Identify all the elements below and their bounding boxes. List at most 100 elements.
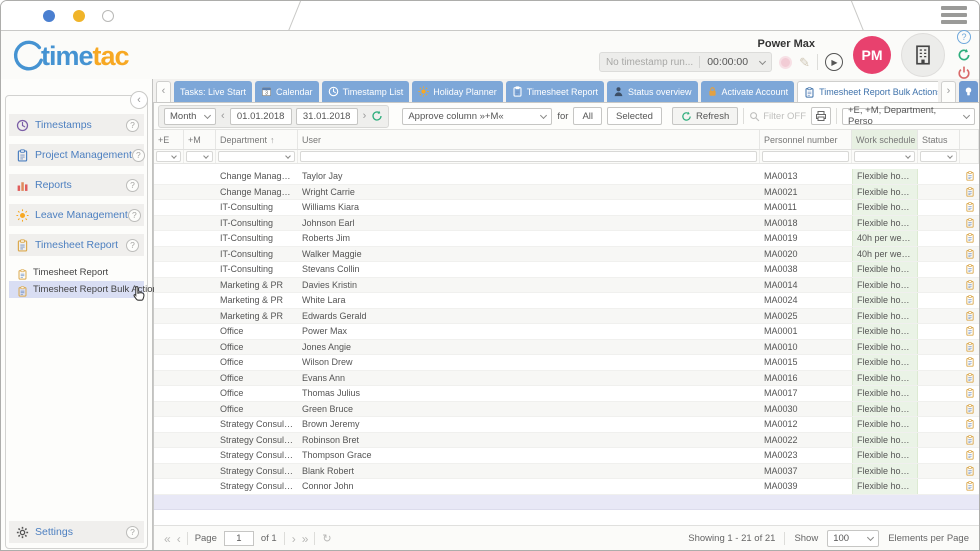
timesheet-icon[interactable] xyxy=(965,466,975,476)
table-row[interactable]: Strategy ConsultingBlank RobertMA0037Fle… xyxy=(154,464,979,480)
timesheet-icon[interactable] xyxy=(965,342,975,352)
sidebar-collapse-button[interactable]: ‹ xyxy=(130,91,148,109)
date-from-input[interactable] xyxy=(230,108,292,125)
play-button[interactable]: ▶ xyxy=(825,53,843,71)
timesheet-icon[interactable] xyxy=(965,435,975,445)
organization-button[interactable] xyxy=(901,33,945,77)
timesheet-icon[interactable] xyxy=(965,481,975,491)
page-input[interactable] xyxy=(224,531,254,546)
bulk-action-select[interactable]: Approve column »+M« xyxy=(402,108,552,125)
table-row[interactable]: IT-ConsultingRoberts JimMA001940h per we… xyxy=(154,231,979,247)
tab-timestamp-list[interactable]: Timestamp List xyxy=(322,81,410,102)
filter-personnel[interactable] xyxy=(762,151,849,162)
table-row[interactable]: OfficeEvans AnnMA0016Flexible hours: 4..… xyxy=(154,371,979,387)
print-button[interactable] xyxy=(811,107,831,125)
help-icon[interactable]: ? xyxy=(126,526,139,539)
chevron-down-icon[interactable] xyxy=(759,57,766,64)
tab-status-overview[interactable]: Status overview xyxy=(607,81,698,102)
timestamp-widget[interactable]: No timestamp run... 00:00:00 xyxy=(599,52,772,72)
tab-timesheet-report[interactable]: Timesheet Report xyxy=(506,81,604,102)
tip-button[interactable] xyxy=(959,81,978,102)
column-header-status[interactable]: Status xyxy=(918,130,960,149)
tab-timesheet-report-bulk-actions[interactable]: Timesheet Report Bulk Actions× xyxy=(797,81,938,102)
refresh-button[interactable]: Refresh xyxy=(672,107,738,125)
timesheet-icon[interactable] xyxy=(965,419,975,429)
sidebar-item-leave-management[interactable]: Leave Management? xyxy=(9,204,144,226)
window-dot-white[interactable] xyxy=(102,10,114,22)
reload-page-icon[interactable]: ↻ xyxy=(322,532,330,545)
table-row[interactable]: Strategy ConsultingBrown JeremyMA0012Fle… xyxy=(154,417,979,433)
timesheet-icon[interactable] xyxy=(965,280,975,290)
filter-schedule[interactable] xyxy=(854,151,915,162)
table-row[interactable]: IT-ConsultingJohnson EarlMA0018Flexible … xyxy=(154,216,979,232)
column-header-department[interactable]: Department↑ xyxy=(216,130,298,149)
timesheet-icon[interactable] xyxy=(965,187,975,197)
window-dot-blue[interactable] xyxy=(43,10,55,22)
table-row[interactable]: OfficePower MaxMA0001Flexible hours: 4..… xyxy=(154,324,979,340)
sidebar-item-reports[interactable]: Reports? xyxy=(9,174,144,196)
help-icon[interactable]: ? xyxy=(128,209,141,222)
column-header-icon[interactable] xyxy=(960,130,979,149)
table-row[interactable]: OfficeThomas JuliusMA0017Flexible hours:… xyxy=(154,386,979,402)
filter-plusM[interactable] xyxy=(186,151,213,162)
filter-off-button[interactable]: Filter OFF xyxy=(749,111,806,122)
tab-tasks-live-start[interactable]: Tasks: Live Start xyxy=(174,81,252,102)
column-header-schedule[interactable]: Work schedule xyxy=(852,130,918,149)
table-row[interactable]: Change ManagementTaylor JayMA0013Flexibl… xyxy=(154,169,979,185)
apply-selected-button[interactable]: Selected xyxy=(607,107,662,125)
timesheet-icon[interactable] xyxy=(965,295,975,305)
timesheet-icon[interactable] xyxy=(965,171,975,181)
columns-select[interactable]: +E, +M, Department, Perso xyxy=(842,108,975,125)
timesheet-icon[interactable] xyxy=(965,218,975,228)
timesheet-icon[interactable] xyxy=(965,249,975,259)
page-size-select[interactable]: 100 xyxy=(827,530,879,547)
timesheet-icon[interactable] xyxy=(965,264,975,274)
sidebar-item-timesheet-report[interactable]: Timesheet Report? xyxy=(9,234,144,256)
table-row[interactable]: IT-ConsultingWalker MaggieMA002040h per … xyxy=(154,247,979,263)
date-to-input[interactable] xyxy=(296,108,358,125)
empty-highlighted-row[interactable] xyxy=(154,495,979,511)
table-row[interactable]: IT-ConsultingStevans CollinMA0038Flexibl… xyxy=(154,262,979,278)
table-row[interactable]: Strategy ConsultingConnor JohnMA0039Flex… xyxy=(154,479,979,495)
table-row[interactable]: Change ManagementWright CarrieMA0021Flex… xyxy=(154,185,979,201)
table-row[interactable]: IT-ConsultingWilliams KiaraMA0011Flexibl… xyxy=(154,200,979,216)
filter-user[interactable] xyxy=(300,151,757,162)
refresh-icon[interactable] xyxy=(957,48,971,62)
tabs-scroll-right-button[interactable]: › xyxy=(941,81,956,102)
table-row[interactable]: OfficeWilson DrewMA0015Flexible hours: 4… xyxy=(154,355,979,371)
prev-period-button[interactable]: ‹ xyxy=(220,110,226,122)
tab-activate-account[interactable]: Activate Account xyxy=(701,81,795,102)
filter-department[interactable] xyxy=(218,151,295,162)
table-row[interactable]: Marketing & PRDavies KristinMA0014Flexib… xyxy=(154,278,979,294)
help-icon[interactable]: ? xyxy=(132,149,145,162)
sidebar-item-project-management[interactable]: Project Management? xyxy=(9,144,144,166)
sidebar-subitem-timesheet-report[interactable]: Timesheet Report xyxy=(9,264,144,281)
timesheet-icon[interactable] xyxy=(965,450,975,460)
table-row[interactable]: OfficeJones AngieMA0010Flexible hours: 4… xyxy=(154,340,979,356)
help-icon[interactable]: ? xyxy=(957,30,971,44)
avatar[interactable]: PM xyxy=(853,36,891,74)
column-header-plusM[interactable]: +M xyxy=(184,130,216,149)
timesheet-icon[interactable] xyxy=(965,388,975,398)
help-icon[interactable]: ? xyxy=(126,119,139,132)
tab-holiday-planner[interactable]: Holiday Planner xyxy=(412,81,503,102)
filter-plusE[interactable] xyxy=(156,151,181,162)
column-header-personnel[interactable]: Personnel number xyxy=(760,130,852,149)
sidebar-item-settings[interactable]: Settings ? xyxy=(9,521,144,543)
refresh-period-icon[interactable] xyxy=(371,110,383,122)
column-header-plusE[interactable]: +E xyxy=(154,130,184,149)
tab-calendar[interactable]: 3Calendar xyxy=(255,81,319,102)
window-dot-yellow[interactable] xyxy=(73,10,85,22)
table-row[interactable]: Strategy ConsultingThompson GraceMA0023F… xyxy=(154,448,979,464)
hamburger-menu-icon[interactable] xyxy=(941,6,967,27)
filter-status[interactable] xyxy=(920,151,957,162)
table-row[interactable]: Marketing & PREdwards GeraldMA0025Flexib… xyxy=(154,309,979,325)
timesheet-icon[interactable] xyxy=(965,202,975,212)
help-icon[interactable]: ? xyxy=(126,239,139,252)
timesheet-icon[interactable] xyxy=(965,233,975,243)
tabs-scroll-left-button[interactable]: ‹ xyxy=(156,81,171,102)
column-header-user[interactable]: User xyxy=(298,130,760,149)
timesheet-icon[interactable] xyxy=(965,357,975,367)
timesheet-icon[interactable] xyxy=(965,311,975,321)
timesheet-icon[interactable] xyxy=(965,326,975,336)
